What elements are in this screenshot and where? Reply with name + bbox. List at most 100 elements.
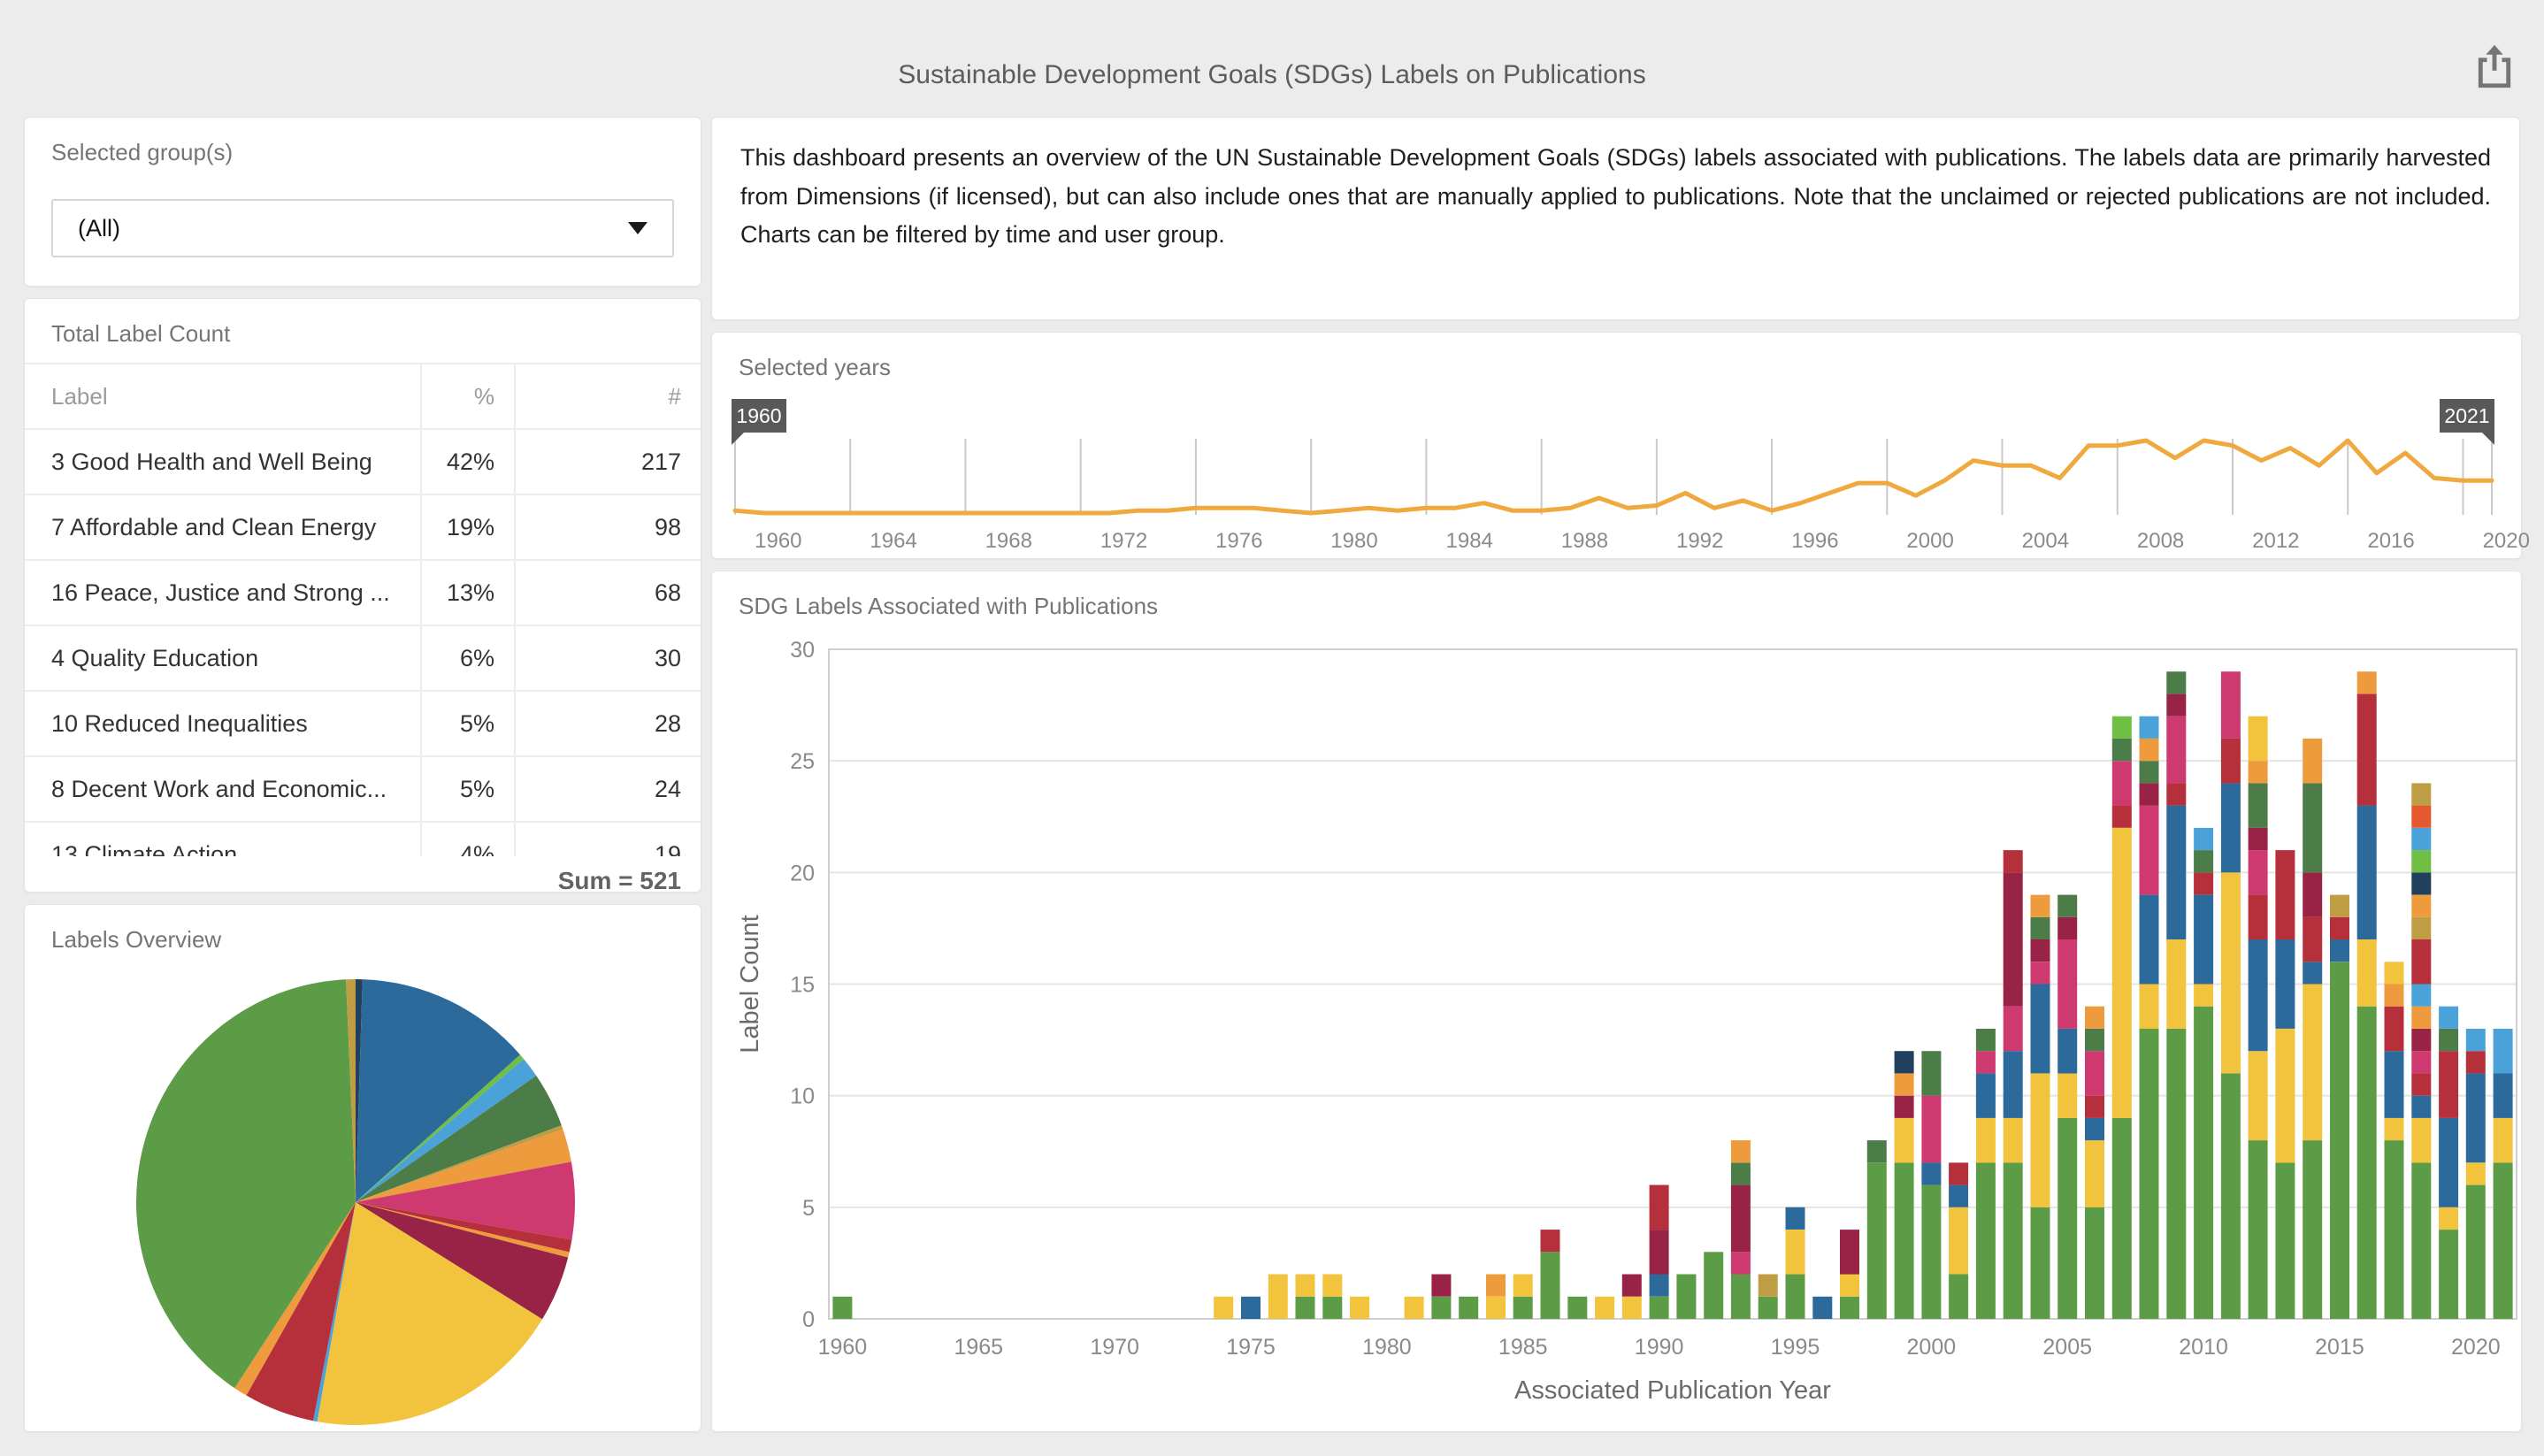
bar-segment-yellow[interactable] bbox=[2494, 1118, 2513, 1163]
bar-1983[interactable] bbox=[1459, 1297, 1478, 1319]
bar-segment-blue[interactable] bbox=[2494, 1073, 2513, 1118]
bar-segment-red[interactable] bbox=[2330, 917, 2349, 939]
bar-1977[interactable] bbox=[1296, 1275, 1315, 1320]
bar-segment-yellow[interactable] bbox=[1214, 1297, 1233, 1319]
bar-segment-darkgreen[interactable] bbox=[2166, 671, 2186, 694]
bar-2006[interactable] bbox=[2085, 1007, 2104, 1319]
bar-segment-green[interactable] bbox=[2439, 1230, 2458, 1319]
bar-segment-orange[interactable] bbox=[2031, 895, 2050, 917]
bar-segment-orange[interactable] bbox=[1895, 1073, 1914, 1095]
bar-segment-green[interactable] bbox=[1921, 1185, 1941, 1319]
bar-segment-yellow[interactable] bbox=[2411, 1118, 2431, 1163]
bar-segment-lightblue[interactable] bbox=[2194, 828, 2213, 850]
bar-segment-maroon[interactable] bbox=[1731, 1185, 1751, 1253]
bar-segment-red[interactable] bbox=[2194, 872, 2213, 894]
bar-segment-blue[interactable] bbox=[2057, 1029, 2077, 1074]
bar-1998[interactable] bbox=[1867, 1140, 1887, 1319]
bar-segment-darkgreen[interactable] bbox=[1731, 1162, 1751, 1184]
bar-segment-green[interactable] bbox=[1895, 1162, 1914, 1319]
bar-1989[interactable] bbox=[1622, 1275, 1642, 1320]
bar-segment-navy[interactable] bbox=[2411, 872, 2431, 894]
bar-segment-red[interactable] bbox=[1541, 1230, 1560, 1252]
bar-segment-yellow[interactable] bbox=[1622, 1297, 1642, 1319]
bar-segment-magenta[interactable] bbox=[2166, 717, 2186, 784]
bar-1991[interactable] bbox=[1676, 1275, 1696, 1320]
bar-segment-darkgreen[interactable] bbox=[2194, 850, 2213, 872]
bar-segment-yellow[interactable] bbox=[2439, 1207, 2458, 1230]
bar-segment-green[interactable] bbox=[1650, 1297, 1669, 1319]
bar-segment-magenta[interactable] bbox=[2031, 962, 2050, 984]
bar-segment-yellow[interactable] bbox=[2085, 1140, 2104, 1207]
bar-2003[interactable] bbox=[2004, 850, 2023, 1319]
bar-segment-orange[interactable] bbox=[2303, 739, 2322, 784]
bar-segment-red[interactable] bbox=[2439, 1051, 2458, 1118]
bar-segment-maroon[interactable] bbox=[2303, 872, 2322, 917]
bar-segment-red[interactable] bbox=[2249, 895, 2268, 940]
bar-2001[interactable] bbox=[1949, 1162, 1968, 1319]
bar-segment-red[interactable] bbox=[2411, 939, 2431, 985]
bar-segment-darkgreen[interactable] bbox=[1976, 1029, 1996, 1051]
bar-1978[interactable] bbox=[1322, 1275, 1342, 1320]
bar-segment-darkgreen[interactable] bbox=[2303, 783, 2322, 872]
bar-segment-maroon[interactable] bbox=[1895, 1096, 1914, 1118]
bar-2016[interactable] bbox=[2357, 671, 2377, 1319]
bar-segment-orange[interactable] bbox=[2249, 761, 2268, 783]
bar-segment-red[interactable] bbox=[2112, 806, 2132, 828]
bar-segment-blue[interactable] bbox=[2031, 985, 2050, 1074]
bar-segment-maroon[interactable] bbox=[2140, 783, 2159, 805]
bar-segment-green[interactable] bbox=[1949, 1275, 1968, 1320]
bar-segment-magenta[interactable] bbox=[2085, 1051, 2104, 1096]
bar-segment-green[interactable] bbox=[2004, 1162, 2023, 1319]
bar-segment-green[interactable] bbox=[832, 1297, 852, 1319]
bar-segment-red[interactable] bbox=[2385, 1007, 2404, 1052]
bar-segment-green[interactable] bbox=[1759, 1297, 1778, 1319]
bar-segment-yellow[interactable] bbox=[1595, 1297, 1614, 1319]
bar-segment-magenta[interactable] bbox=[2112, 761, 2132, 806]
bar-2007[interactable] bbox=[2112, 717, 2132, 1319]
bar-segment-green[interactable] bbox=[1296, 1297, 1315, 1319]
bar-1982[interactable] bbox=[1431, 1275, 1451, 1320]
bar-segment-green[interactable] bbox=[2112, 1118, 2132, 1319]
bar-segment-blue[interactable] bbox=[2004, 1051, 2023, 1118]
bar-segment-magenta[interactable] bbox=[1921, 1096, 1941, 1163]
bar-segment-green[interactable] bbox=[1567, 1297, 1587, 1319]
range-end-handle[interactable]: 2021 bbox=[2440, 399, 2494, 433]
bar-segment-yellow[interactable] bbox=[2057, 1073, 2077, 1118]
bar-segment-blue[interactable] bbox=[2140, 895, 2159, 985]
bar-segment-blue[interactable] bbox=[2221, 783, 2241, 872]
bar-1976[interactable] bbox=[1268, 1275, 1288, 1320]
bar-segment-yellow[interactable] bbox=[2303, 985, 2322, 1141]
bar-segment-red[interactable] bbox=[2303, 917, 2322, 962]
bar-1994[interactable] bbox=[1759, 1275, 1778, 1320]
bar-segment-yellow[interactable] bbox=[1786, 1230, 1805, 1275]
bar-segment-orange[interactable] bbox=[2411, 895, 2431, 917]
bar-segment-magenta[interactable] bbox=[2004, 1007, 2023, 1052]
bar-segment-green[interactable] bbox=[2385, 1140, 2404, 1319]
bar-segment-darkgreen[interactable] bbox=[2057, 895, 2077, 917]
bar-2000[interactable] bbox=[1921, 1051, 1941, 1319]
bar-2010[interactable] bbox=[2194, 828, 2213, 1319]
bar-segment-yellow[interactable] bbox=[2249, 1051, 2268, 1140]
bar-segment-darkgreen[interactable] bbox=[2249, 783, 2268, 828]
bar-segment-navy[interactable] bbox=[1895, 1051, 1914, 1073]
bar-segment-orange[interactable] bbox=[2085, 1007, 2104, 1029]
bar-segment-yellow[interactable] bbox=[1296, 1275, 1315, 1297]
bar-segment-blue[interactable] bbox=[2303, 962, 2322, 984]
bar-2012[interactable] bbox=[2249, 717, 2268, 1319]
bar-segment-magenta[interactable] bbox=[2140, 806, 2159, 895]
bar-segment-blue[interactable] bbox=[2357, 806, 2377, 939]
bar-segment-blue[interactable] bbox=[2385, 1051, 2404, 1118]
bar-2002[interactable] bbox=[1976, 1029, 1996, 1319]
bar-segment-blue[interactable] bbox=[1949, 1185, 1968, 1207]
bar-segment-lightblue[interactable] bbox=[2494, 1029, 2513, 1074]
bar-segment-green[interactable] bbox=[1431, 1297, 1451, 1319]
bar-segment-red[interactable] bbox=[2275, 850, 2295, 939]
bar-segment-blue[interactable] bbox=[2411, 1096, 2431, 1118]
bar-2005[interactable] bbox=[2057, 895, 2077, 1319]
bar-segment-orange[interactable] bbox=[2411, 1007, 2431, 1029]
bar-segment-magenta[interactable] bbox=[2221, 671, 2241, 739]
bar-segment-maroon[interactable] bbox=[1622, 1275, 1642, 1297]
bar-segment-yellow[interactable] bbox=[2031, 1073, 2050, 1207]
bar-segment-darkgreen[interactable] bbox=[2031, 917, 2050, 939]
bar-segment-lightblue[interactable] bbox=[2466, 1029, 2486, 1051]
